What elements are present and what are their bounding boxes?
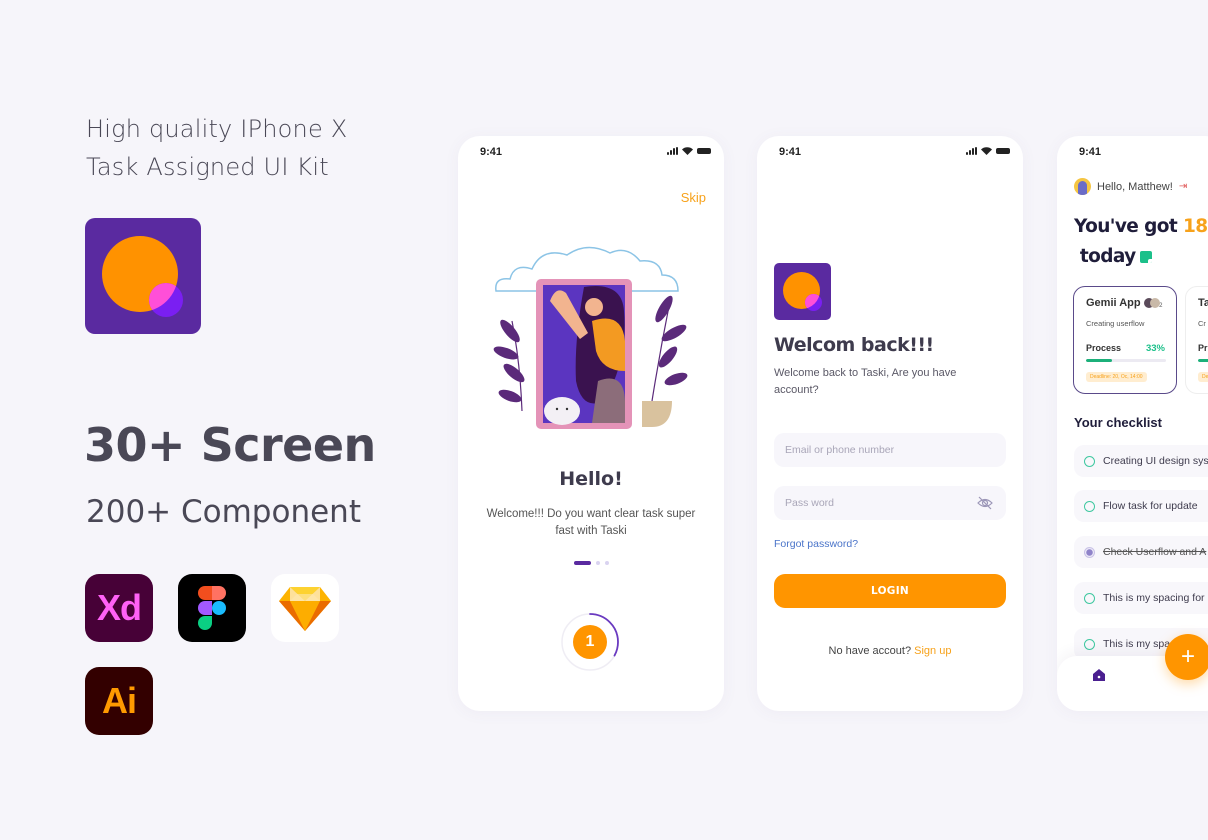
status-time: 9:41 (480, 146, 503, 158)
onboarding-description: Welcome!!! Do you want clear task super … (486, 508, 696, 537)
avatar[interactable] (1074, 178, 1091, 195)
home-icon[interactable] (1092, 668, 1106, 682)
page-dot-active[interactable] (573, 561, 591, 565)
login-button[interactable]: LOGIN (774, 574, 1006, 608)
radio-unchecked-icon[interactable] (1084, 455, 1095, 467)
next-step-label: 1 (573, 625, 607, 659)
status-time: 9:41 (779, 146, 802, 158)
checklist-item-text: This is my spacing for (1103, 592, 1205, 604)
project-card[interactable]: Ta Cr Pr De (1185, 286, 1208, 394)
onboarding-illustration (493, 246, 688, 429)
radio-unchecked-icon[interactable] (1084, 638, 1095, 650)
page-dot[interactable] (595, 561, 600, 565)
login-subtitle: Welcome back to Taski, Are you have acco… (774, 367, 957, 396)
project-title: Ta (1198, 297, 1208, 309)
login-title: Welcom back!!! (774, 334, 934, 356)
members-avatars: +2 (1143, 298, 1164, 309)
skip-button[interactable]: Skip (681, 190, 706, 205)
checklist-item-text: This is my spa (1103, 638, 1171, 650)
project-title: Gemii App (1086, 297, 1141, 309)
status-bar: 9:41 (458, 136, 724, 168)
logout-icon[interactable]: ⇥ (1179, 181, 1187, 192)
next-button[interactable]: 1 (560, 612, 620, 672)
radio-unchecked-icon[interactable] (1084, 592, 1095, 604)
checklist-title: Your checklist (1074, 415, 1162, 430)
greeting-text: Hello, Matthew! (1097, 180, 1173, 193)
progress-percent: 33% (1145, 343, 1165, 354)
signal-icon (667, 147, 678, 155)
sign-up-link[interactable]: Sign up (914, 645, 951, 657)
deadline-badge: Deadline: 20, Oc, 14:00 (1086, 372, 1147, 382)
onboarding-title: Hello! (559, 468, 623, 490)
status-time: 9:41 (1079, 146, 1102, 158)
app-logo-icon (774, 263, 831, 320)
sticky-note-icon (1139, 251, 1152, 263)
progress-label: Process (1086, 343, 1122, 353)
promo-title-line2: Task Assigned UI Kit (86, 153, 329, 181)
login-screen: 9:41 Welcom back!!! Welcome back to Task… (757, 136, 1023, 711)
checklist-item-text: Check Userflow and A (1103, 546, 1207, 558)
checklist-item[interactable]: Creating UI design sys (1074, 445, 1208, 477)
add-task-button[interactable]: + (1165, 634, 1208, 680)
home-screen: 9:41 Hello, Matthew! ⇥ You've got 18 ta … (1057, 136, 1208, 711)
email-field[interactable] (774, 433, 1006, 467)
wifi-icon (682, 147, 693, 155)
no-account-text: No have accout? (828, 645, 912, 657)
battery-icon (697, 148, 711, 154)
figma-icon (178, 574, 246, 642)
deadline-badge: De (1198, 372, 1208, 382)
sketch-icon (271, 574, 339, 642)
screens-count: 30+ Screen (84, 418, 376, 472)
status-bar: 9:41 (757, 136, 1023, 168)
battery-icon (996, 148, 1010, 154)
progress-bar (1086, 359, 1166, 362)
signup-row: No have accout? Sign up (757, 645, 1023, 657)
checklist-item[interactable]: Check Userflow and A (1074, 536, 1208, 568)
promo-title-line1: High quality IPhone X (86, 115, 348, 143)
eye-off-icon[interactable] (976, 494, 994, 512)
promo-title: High quality IPhone X Task Assigned UI K… (86, 110, 347, 186)
progress-bar (1198, 359, 1208, 362)
headline: You've got 18 ta today (1074, 212, 1208, 272)
task-count: 18 (1182, 216, 1208, 237)
checklist-item-text: Creating UI design sys (1103, 455, 1208, 467)
adobe-illustrator-label: Ai (102, 680, 137, 721)
adobe-xd-icon: Xd (85, 574, 153, 642)
status-bar: 9:41 (1057, 136, 1208, 168)
progress-fill (1086, 359, 1113, 362)
password-field[interactable] (774, 486, 1006, 520)
forgot-password-link[interactable]: Forgot password? (774, 538, 858, 550)
component-count: 200+ Component (86, 494, 361, 530)
project-subtitle: Cr (1198, 319, 1206, 328)
radio-unchecked-icon[interactable] (1084, 500, 1095, 512)
adobe-illustrator-icon: Ai (85, 667, 153, 735)
headline-line2: today (1079, 246, 1136, 267)
checklist-item-text: Flow task for update (1103, 500, 1198, 512)
brand-logo-icon (85, 218, 201, 334)
progress-label: Pr (1198, 343, 1208, 353)
wifi-icon (981, 147, 992, 155)
greeting-row: Hello, Matthew! ⇥ (1074, 178, 1187, 195)
signal-icon (966, 147, 977, 155)
checklist-item[interactable]: Flow task for update (1074, 490, 1208, 522)
project-subtitle: Creating userflow (1086, 319, 1145, 328)
page-indicator (458, 561, 724, 565)
adobe-xd-label: Xd (96, 587, 142, 628)
progress-fill (1198, 359, 1208, 362)
radio-checked-icon[interactable] (1084, 546, 1095, 558)
project-card[interactable]: Gemii App +2 Creating userflow Process 33… (1073, 286, 1177, 394)
headline-prefix: You've got (1074, 216, 1178, 237)
page-dot[interactable] (604, 561, 609, 565)
checklist-item[interactable]: This is my spacing for (1074, 582, 1208, 614)
onboarding-screen: 9:41 Skip Hello! Welcome!!! Do you want … (458, 136, 724, 711)
